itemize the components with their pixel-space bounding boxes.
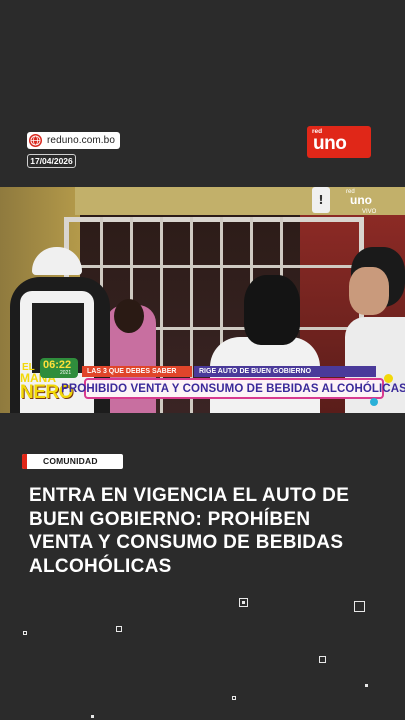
lower-third-headline: PROHIBIDO VENTA Y CONSUMO DE BEBIDAS ALC… — [61, 378, 405, 399]
broadcast-clock: 06:22 2021 — [40, 358, 78, 378]
publish-date: 17/04/2026 — [27, 154, 76, 168]
decor-square — [354, 601, 365, 612]
decor-square — [319, 656, 326, 663]
decor-square — [365, 684, 368, 687]
article-title: ENTRA EN VIGENCIA EL AUTO DE BUEN GOBIER… — [29, 485, 350, 577]
section-label: COMUNIDAD — [43, 456, 98, 466]
globe-icon — [29, 134, 42, 147]
section-badge[interactable]: COMUNIDAD — [22, 454, 123, 469]
decor-square — [116, 626, 122, 632]
camera-bug-icon: ! — [312, 187, 330, 213]
decor-square — [239, 598, 248, 607]
channel-bug-main: uno — [350, 193, 372, 207]
decor-square — [23, 631, 27, 635]
decor-dot — [370, 398, 378, 406]
decor-square — [91, 715, 94, 718]
lower-third-tag: LAS 3 QUE DEBES SABER — [82, 366, 192, 377]
decor-square — [232, 696, 236, 700]
gate-crossbar — [64, 265, 364, 268]
lower-third-tag: RIGE AUTO DE BUEN GOBIERNO — [194, 366, 376, 377]
section-accent — [22, 454, 27, 469]
channel-bug-live: VIVO — [362, 209, 377, 215]
brand-logo: red uno — [307, 126, 371, 158]
clock-year: 2021 — [60, 370, 72, 376]
decor-dot — [384, 374, 393, 383]
site-url: reduno.com.bo — [47, 135, 116, 146]
site-url-badge[interactable]: reduno.com.bo — [27, 132, 120, 149]
brand-logo-main: uno — [313, 133, 347, 154]
